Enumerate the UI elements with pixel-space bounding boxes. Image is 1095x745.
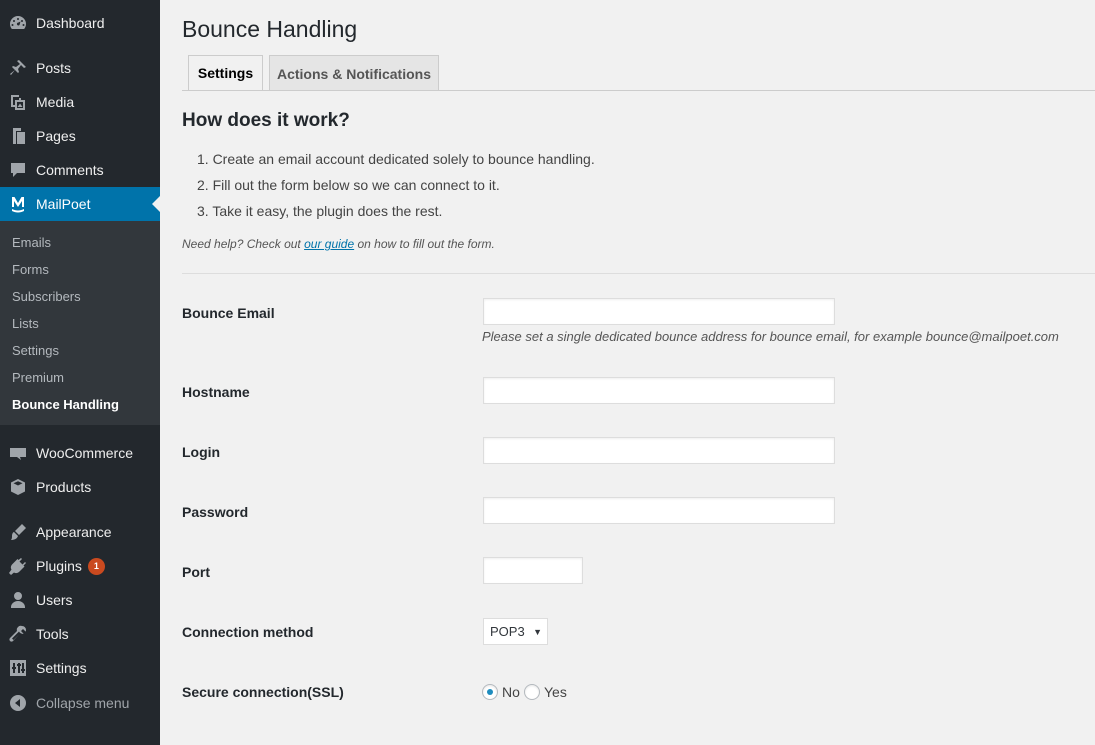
menu-label: Pages [36,128,76,144]
media-icon [0,92,36,112]
admin-sidebar: Dashboard Posts Media Pages Comments Mai… [0,0,160,745]
menu-label: Collapse menu [36,695,130,711]
pin-icon [0,58,36,78]
ssl-yes-label: Yes [544,684,567,700]
collapse-icon [0,693,36,713]
step-item: 1. Create an email account dedicated sol… [197,151,595,167]
page-title: Bounce Handling [182,16,358,42]
ssl-no-label: No [502,684,520,700]
active-indicator [152,196,160,212]
menu-label: Plugins [36,558,82,574]
user-icon [0,590,36,610]
sliders-icon [0,658,36,678]
dashboard-icon [0,13,36,33]
help-text: Need help? Check out our guide on how to… [182,237,495,251]
submenu-item-lists[interactable]: Lists [12,316,39,331]
submenu-item-subscribers[interactable]: Subscribers [12,289,81,304]
menu-item-settings[interactable]: Settings [0,651,160,685]
ssl-no-option[interactable]: No [482,684,520,700]
bounce-email-input[interactable] [483,298,835,325]
dropdown-caret-icon: ▼ [533,627,542,637]
ssl-label: Secure connection(SSL) [182,684,344,700]
menu-label: Settings [36,660,87,676]
submenu-item-premium[interactable]: Premium [12,370,64,385]
ssl-yes-option[interactable]: Yes [524,684,567,700]
menu-label: Media [36,94,75,110]
menu-label: Products [36,479,92,495]
menu-label: Users [36,592,73,608]
menu-label: Tools [36,626,69,642]
connection-method-value: POP3 [490,624,525,639]
menu-item-plugins[interactable]: Plugins 1 [0,549,160,583]
how-it-works-heading: How does it work? [182,110,350,131]
menu-label: Appearance [36,524,112,540]
submenu-item-emails[interactable]: Emails [12,235,51,250]
menu-item-tools[interactable]: Tools [0,617,160,651]
update-count-badge: 1 [87,557,105,575]
bounce-email-description: Please set a single dedicated bounce add… [482,329,1059,344]
ssl-yes-radio[interactable] [524,684,540,700]
pages-icon [0,126,36,146]
submenu-item-forms[interactable]: Forms [12,262,49,277]
mailpoet-icon [0,194,36,214]
menu-label: Dashboard [36,15,105,31]
menu-label: Posts [36,60,72,76]
tab-actions-notifications[interactable]: Actions & Notifications [269,55,439,91]
menu-item-woocommerce[interactable]: WooCommerce [0,436,160,470]
menu-item-posts[interactable]: Posts [0,51,160,85]
tab-settings[interactable]: Settings [188,55,263,91]
help-text-suffix: on how to fill out the form. [354,237,495,251]
step-item: 3. Take it easy, the plugin does the res… [197,203,443,219]
tab-divider [182,90,1095,91]
submenu-item-bounce-handling[interactable]: Bounce Handling [12,397,119,412]
radio-selected-dot [487,689,493,695]
menu-item-mailpoet[interactable]: MailPoet [0,187,160,221]
port-input[interactable] [483,557,583,584]
connection-method-label: Connection method [182,624,314,640]
ssl-no-radio[interactable] [482,684,498,700]
menu-item-dashboard[interactable]: Dashboard [0,6,160,40]
menu-label: WooCommerce [36,445,133,461]
submenu-item-settings[interactable]: Settings [12,343,59,358]
section-divider [182,273,1095,274]
step-item: 2. Fill out the form below so we can con… [197,177,500,193]
menu-item-media[interactable]: Media [0,85,160,119]
password-label: Password [182,504,249,520]
woo-icon [0,443,36,463]
hostname-input[interactable] [483,377,835,404]
menu-item-products[interactable]: Products [0,470,160,504]
login-input[interactable] [483,437,835,464]
port-label: Port [182,564,210,580]
brush-icon [0,522,36,542]
guide-link[interactable]: our guide [304,237,354,251]
menu-label: MailPoet [36,196,91,212]
menu-item-users[interactable]: Users [0,583,160,617]
menu-item-pages[interactable]: Pages [0,119,160,153]
mailpoet-submenu: Emails Forms Subscribers Lists Settings … [0,221,160,425]
bounce-email-label: Bounce Email [182,305,275,321]
hostname-label: Hostname [182,384,250,400]
wrench-icon [0,624,36,644]
plug-icon [0,556,36,576]
password-input[interactable] [483,497,835,524]
comment-icon [0,160,36,180]
collapse-menu-button[interactable]: Collapse menu [0,686,160,720]
box-icon [0,477,36,497]
login-label: Login [182,444,221,460]
menu-item-comments[interactable]: Comments [0,153,160,187]
menu-item-appearance[interactable]: Appearance [0,515,160,549]
menu-label: Comments [36,162,104,178]
connection-method-select[interactable]: POP3 ▼ [483,618,548,645]
help-text-prefix: Need help? Check out [182,237,305,251]
